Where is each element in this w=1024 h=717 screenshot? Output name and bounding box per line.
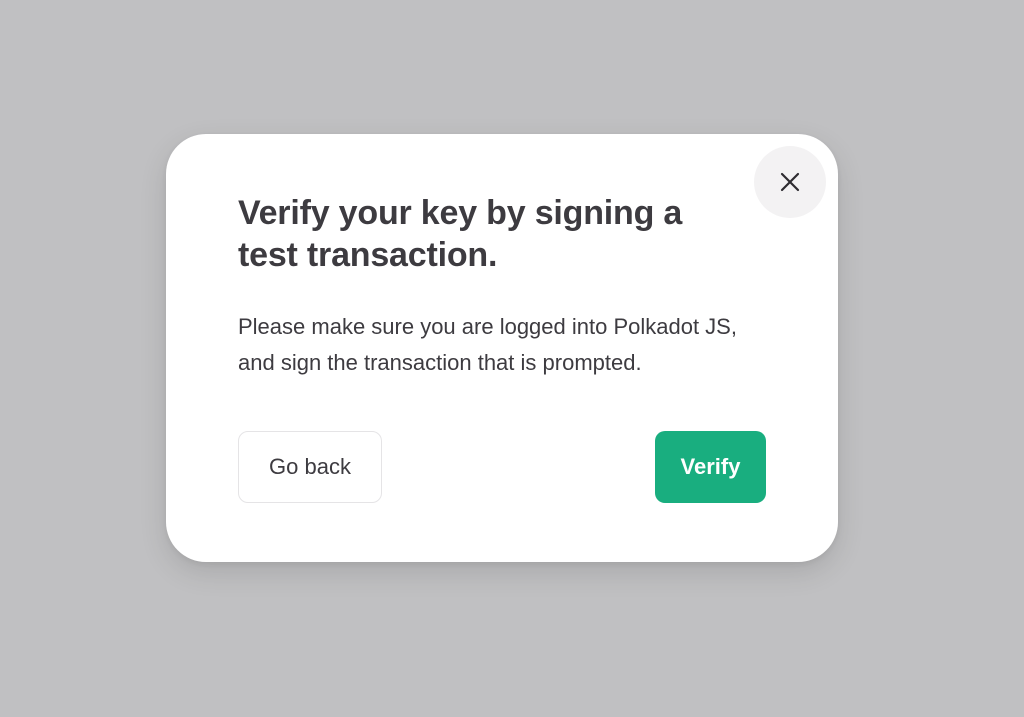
dialog-description: Please make sure you are logged into Pol… <box>238 314 737 375</box>
close-icon <box>779 171 801 193</box>
dialog-title: Verify your key by signing a test transa… <box>238 194 683 274</box>
close-button[interactable] <box>754 146 826 218</box>
verify-button[interactable]: Verify <box>655 431 766 503</box>
verify-key-dialog: Verify your key by signing a test transa… <box>166 134 838 562</box>
go-back-button[interactable]: Go back <box>238 431 382 503</box>
